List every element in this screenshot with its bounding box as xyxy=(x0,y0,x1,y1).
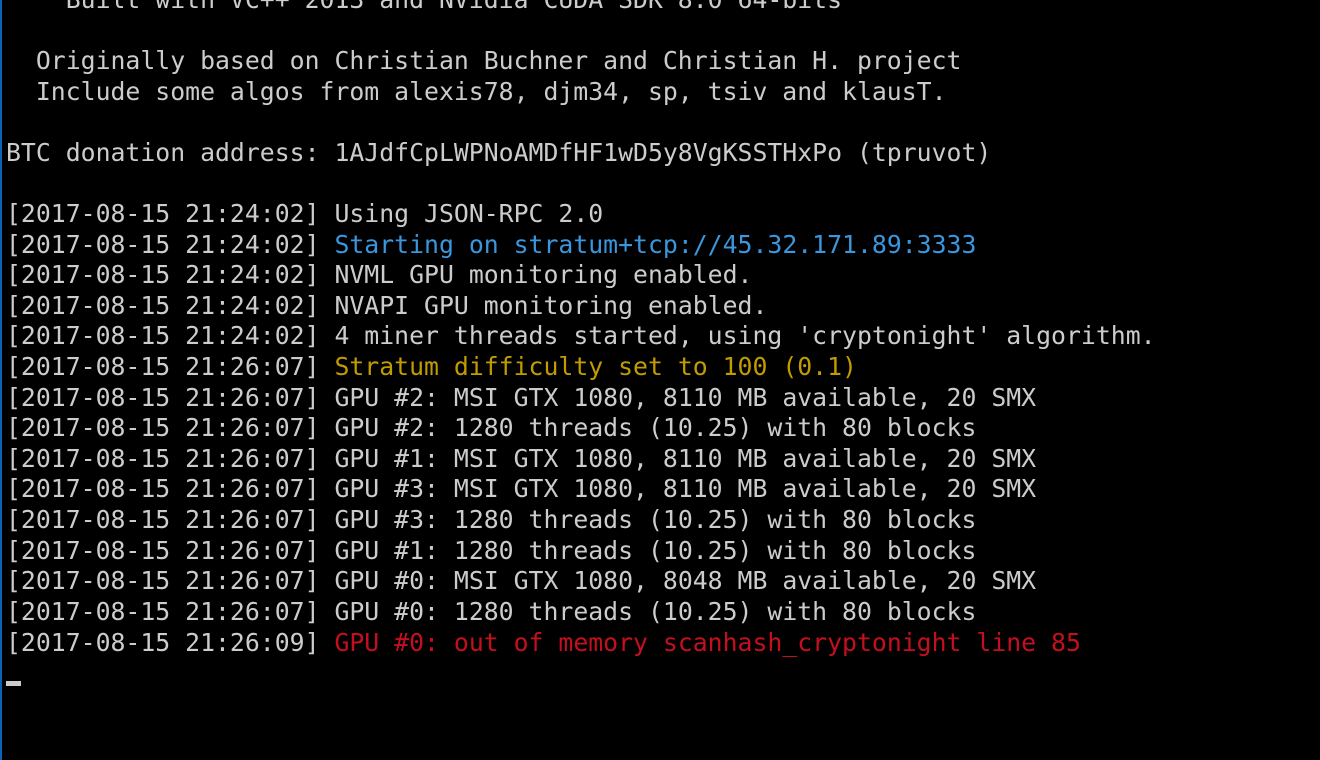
log-line: [2017-08-15 21:26:07] GPU #2: MSI GTX 10… xyxy=(6,382,1036,413)
log-message: 4 miner threads started, using 'cryptoni… xyxy=(334,321,1156,350)
log-line: [2017-08-15 21:26:07] GPU #0: 1280 threa… xyxy=(6,596,976,627)
log-timestamp: [2017-08-15 21:24:02] xyxy=(6,291,320,320)
log-line: [2017-08-15 21:24:02] NVAPI GPU monitori… xyxy=(6,290,767,321)
log-message: NVML GPU monitoring enabled. xyxy=(334,260,753,289)
log-message: GPU #0: MSI GTX 1080, 8048 MB available,… xyxy=(334,566,1037,595)
log-line: [2017-08-15 21:26:07] GPU #3: MSI GTX 10… xyxy=(6,473,1036,504)
window-left-border xyxy=(0,0,2,760)
log-timestamp: [2017-08-15 21:24:02] xyxy=(6,321,320,350)
log-line: [2017-08-15 21:26:07] Stratum difficulty… xyxy=(6,351,857,382)
log-line: [2017-08-15 21:26:07] GPU #3: 1280 threa… xyxy=(6,504,976,535)
log-timestamp: [2017-08-15 21:24:02] xyxy=(6,199,320,228)
log-line: [2017-08-15 21:24:02] NVML GPU monitorin… xyxy=(6,259,752,290)
log-timestamp: [2017-08-15 21:26:07] xyxy=(6,352,320,381)
log-message: GPU #2: 1280 threads (10.25) with 80 blo… xyxy=(334,413,977,442)
log-line: [2017-08-15 21:26:07] GPU #0: MSI GTX 10… xyxy=(6,565,1036,596)
log-message: NVAPI GPU monitoring enabled. xyxy=(334,291,768,320)
console-window[interactable]: Built with VC++ 2013 and NVidia CUDA SDK… xyxy=(0,0,1320,760)
log-timestamp: [2017-08-15 21:26:09] xyxy=(6,628,320,657)
log-line: [2017-08-15 21:26:07] GPU #1: 1280 threa… xyxy=(6,535,976,566)
log-line: [2017-08-15 21:24:02] Using JSON-RPC 2.0 xyxy=(6,198,603,229)
log-timestamp: [2017-08-15 21:26:07] xyxy=(6,474,320,503)
log-line: [2017-08-15 21:24:02] 4 miner threads st… xyxy=(6,320,1156,351)
log-timestamp: [2017-08-15 21:26:07] xyxy=(6,597,320,626)
log-message: GPU #0: 1280 threads (10.25) with 80 blo… xyxy=(334,597,977,626)
log-timestamp: [2017-08-15 21:26:07] xyxy=(6,566,320,595)
log-message: GPU #1: 1280 threads (10.25) with 80 blo… xyxy=(334,536,977,565)
log-line: [2017-08-15 21:24:02] Starting on stratu… xyxy=(6,229,976,260)
build-info-line: Built with VC++ 2013 and NVidia CUDA SDK… xyxy=(6,0,842,15)
log-message: Starting on stratum+tcp://45.32.171.89:3… xyxy=(334,230,977,259)
log-message: GPU #2: MSI GTX 1080, 8110 MB available,… xyxy=(334,383,1037,412)
log-message: GPU #3: MSI GTX 1080, 8110 MB available,… xyxy=(334,474,1037,503)
log-message: Using JSON-RPC 2.0 xyxy=(334,199,604,228)
log-timestamp: [2017-08-15 21:26:07] xyxy=(6,505,320,534)
log-timestamp: [2017-08-15 21:26:07] xyxy=(6,413,320,442)
algos-credit-line: Include some algos from alexis78, djm34,… xyxy=(6,77,947,106)
log-timestamp: [2017-08-15 21:26:07] xyxy=(6,536,320,565)
log-message: GPU #3: 1280 threads (10.25) with 80 blo… xyxy=(334,505,977,534)
origin-credit-line: Originally based on Christian Buchner an… xyxy=(6,46,962,75)
log-timestamp: [2017-08-15 21:26:07] xyxy=(6,444,320,473)
donation-address-line: BTC donation address: 1AJdfCpLWPNoAMDfHF… xyxy=(6,138,992,167)
log-timestamp: [2017-08-15 21:24:02] xyxy=(6,260,320,289)
log-timestamp: [2017-08-15 21:24:02] xyxy=(6,230,320,259)
log-line: [2017-08-15 21:26:09] GPU #0: out of mem… xyxy=(6,627,1081,658)
log-message: GPU #0: out of memory scanhash_cryptonig… xyxy=(334,628,1081,657)
log-line: [2017-08-15 21:26:07] GPU #1: MSI GTX 10… xyxy=(6,443,1036,474)
text-cursor xyxy=(6,681,21,686)
log-line: [2017-08-15 21:26:07] GPU #2: 1280 threa… xyxy=(6,412,976,443)
log-message: GPU #1: MSI GTX 1080, 8110 MB available,… xyxy=(334,444,1037,473)
log-message: Stratum difficulty set to 100 (0.1) xyxy=(334,352,857,381)
log-timestamp: [2017-08-15 21:26:07] xyxy=(6,383,320,412)
